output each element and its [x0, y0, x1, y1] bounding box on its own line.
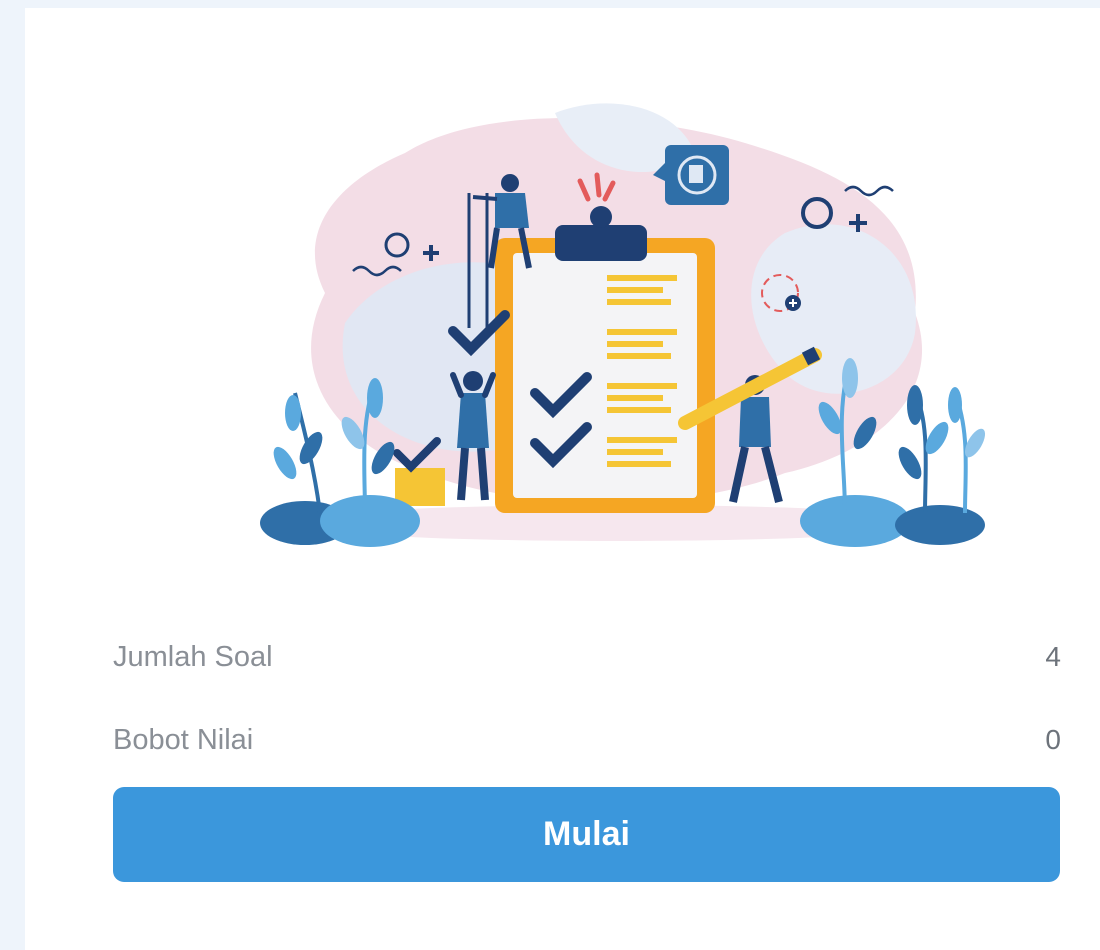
quiz-start-card: Jumlah Soal 4 Bobot Nilai 0 Mulai [25, 8, 1100, 950]
question-count-row: Jumlah Soal 4 [113, 631, 1061, 683]
weight-row: Bobot Nilai 0 [113, 714, 1061, 766]
weight-value: 0 [1045, 724, 1061, 755]
question-count-value: 4 [1045, 641, 1061, 672]
weight-label: Bobot Nilai [113, 723, 254, 756]
quiz-checklist-illustration [225, 93, 1005, 563]
start-button[interactable]: Mulai [113, 787, 1060, 882]
question-count-label: Jumlah Soal [113, 640, 273, 673]
